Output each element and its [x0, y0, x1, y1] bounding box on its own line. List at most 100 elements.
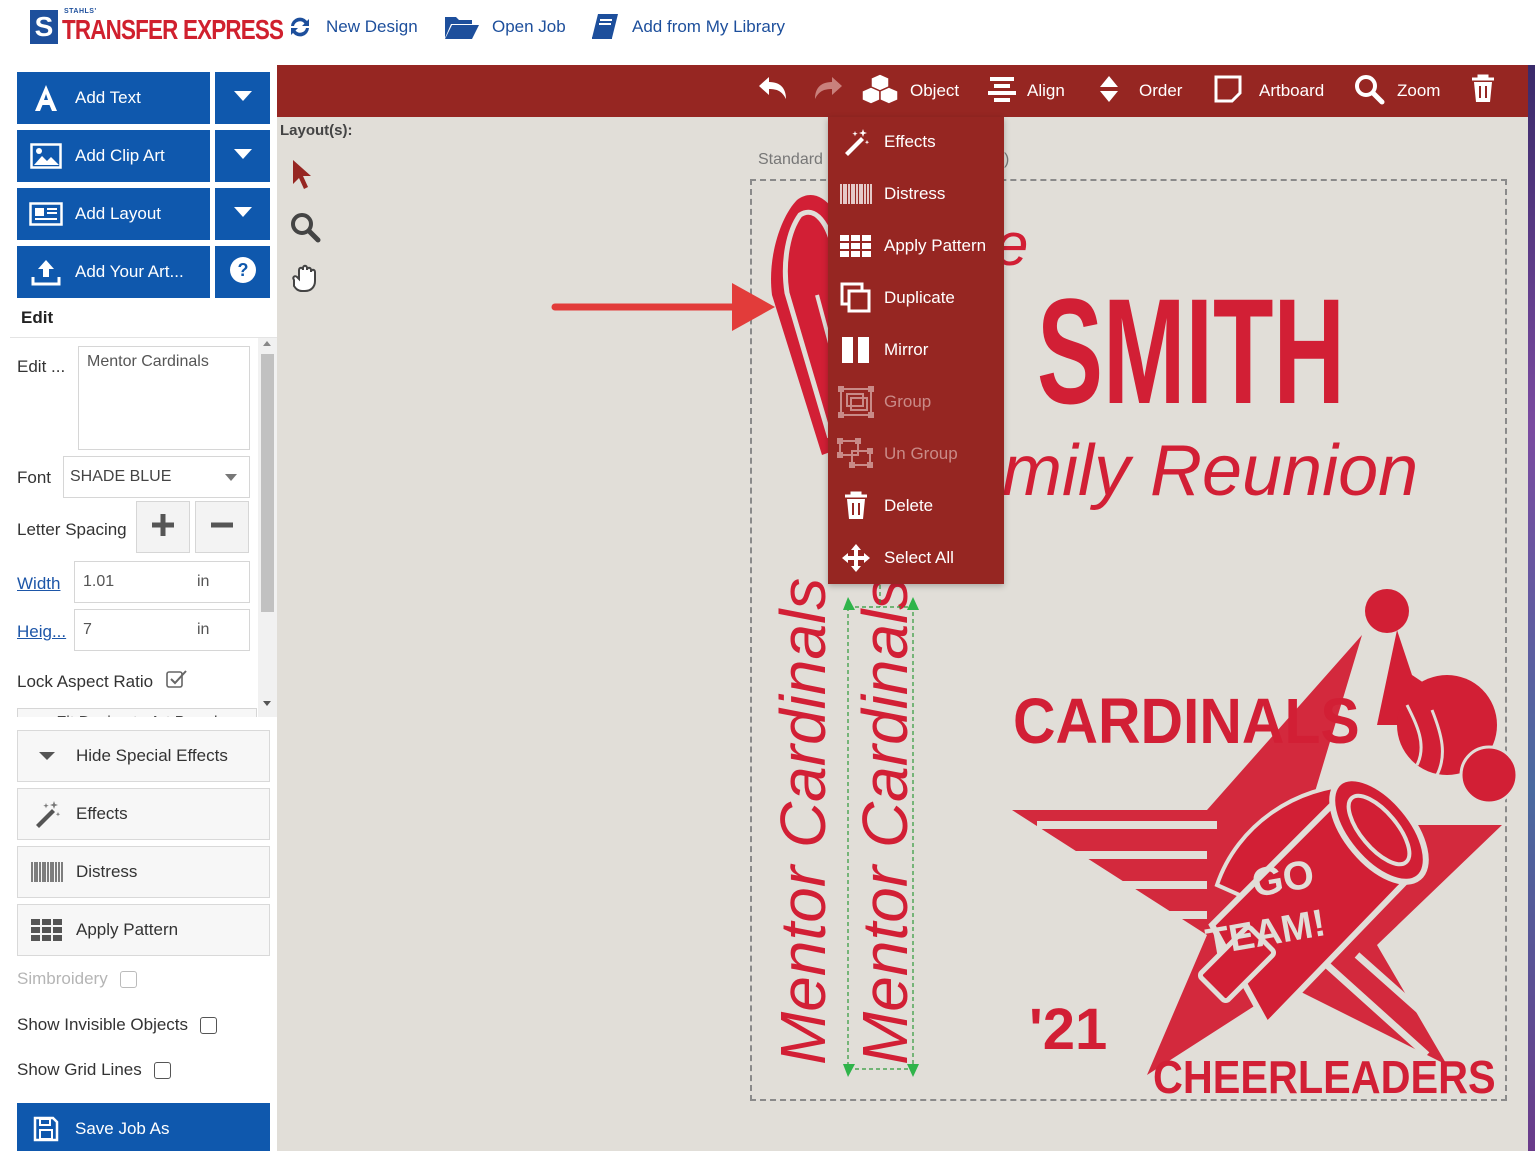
zoom-button[interactable]: Zoom [1353, 65, 1440, 117]
sort-icon [1097, 74, 1121, 109]
add-layout-button[interactable]: Add Layout [17, 188, 210, 240]
effects-label: Effects [76, 804, 128, 823]
show-grid-row: Show Grid Lines [17, 1060, 171, 1080]
letter-spacing-decrease-button[interactable] [195, 501, 249, 553]
menu-item-label: Select All [884, 548, 954, 567]
add-from-library-label: Add from My Library [632, 17, 786, 36]
menu-item-label: Un Group [884, 444, 958, 463]
menu-item-label: Apply Pattern [884, 236, 987, 255]
letter-spacing-increase-button[interactable] [136, 501, 190, 553]
distress-label: Distress [76, 862, 138, 881]
lock-aspect-checkbox[interactable] [166, 669, 188, 694]
question-circle-icon: ? [229, 256, 257, 289]
artboard-button[interactable]: Artboard [1213, 65, 1324, 117]
undo-icon [757, 75, 791, 108]
search-icon [1353, 73, 1385, 110]
distress-button[interactable]: Distress [17, 846, 270, 898]
width-input[interactable]: 1.01 in [74, 561, 250, 603]
hide-special-effects-button[interactable]: Hide Special Effects [17, 730, 270, 782]
design-workspace[interactable]: Object Align Order Artboard Zoom Layout(… [277, 65, 1528, 1151]
add-clip-art-dropdown[interactable] [215, 130, 270, 182]
menu-item-effects[interactable]: Effects [828, 117, 1004, 167]
upload-icon [17, 258, 75, 286]
width-label[interactable]: Width [17, 574, 60, 594]
object-dropdown-menu: Effects Distress Apply Pattern Duplicate… [828, 117, 1004, 584]
select-tool[interactable] [289, 158, 315, 195]
redo-icon [810, 75, 844, 108]
menu-item-mirror[interactable]: Mirror [828, 325, 1004, 375]
apply-pattern-label: Apply Pattern [76, 920, 179, 939]
simbroidery-checkbox[interactable] [119, 970, 137, 988]
text-a-icon [17, 83, 75, 113]
save-job-as-label: Save Job As [75, 1119, 170, 1138]
menu-item-duplicate[interactable]: Duplicate [828, 273, 1004, 323]
chevron-down-icon [233, 147, 253, 165]
search-icon [289, 213, 321, 247]
scroll-down-arrow[interactable] [263, 701, 271, 706]
menu-item-select-all[interactable]: Select All [828, 533, 1004, 583]
menu-item-label: Mirror [884, 340, 929, 359]
add-clip-art-button[interactable]: Add Clip Art [17, 130, 210, 182]
duplicate-icon [828, 282, 884, 314]
help-button[interactable]: ? [215, 246, 270, 298]
menu-item-group[interactable]: Group [828, 377, 1004, 427]
newspaper-icon [17, 202, 75, 226]
apply-pattern-button[interactable]: Apply Pattern [17, 904, 270, 956]
align-label: Align [1027, 81, 1065, 100]
artboard-icon [1213, 74, 1243, 109]
menu-item-apply-pattern[interactable]: Apply Pattern [828, 221, 1004, 271]
menu-item-delete[interactable]: Delete [828, 481, 1004, 531]
height-input[interactable]: 7 in [74, 609, 250, 651]
add-text-button[interactable]: Add Text [17, 72, 210, 124]
scroll-up-arrow[interactable] [263, 341, 271, 346]
menu-item-ungroup[interactable]: Un Group [828, 429, 1004, 479]
height-unit: in [197, 621, 210, 638]
refresh-icon [286, 14, 314, 40]
caret-down-icon [18, 751, 76, 761]
show-invisible-checkbox[interactable] [200, 1016, 218, 1034]
font-select[interactable]: SHADE BLUE [63, 456, 250, 498]
object-menu-button[interactable]: Object [860, 65, 959, 117]
show-grid-checkbox[interactable] [153, 1061, 171, 1079]
order-button[interactable]: Order [1097, 65, 1182, 117]
order-label: Order [1139, 81, 1183, 100]
zoom-tool[interactable] [289, 211, 321, 248]
open-job-label: Open Job [492, 17, 566, 36]
chevron-down-icon [225, 474, 237, 481]
show-invisible-row: Show Invisible Objects [17, 1015, 218, 1035]
menu-item-distress[interactable]: Distress [828, 169, 1004, 219]
height-value: 7 [83, 621, 92, 638]
new-design-link[interactable]: New Design [286, 12, 418, 42]
fit-design-button[interactable]: Fit Design to Art Board [17, 708, 257, 717]
add-your-art-button[interactable]: Add Your Art... [17, 246, 210, 298]
layouts-label: Layout(s): [280, 122, 353, 139]
grid-icon [18, 918, 76, 942]
edit-text-field[interactable]: Mentor Cardinals [78, 346, 250, 450]
trash-icon [1470, 74, 1496, 109]
add-from-library-link[interactable]: Add from My Library [590, 12, 785, 42]
group-icon [828, 386, 884, 418]
width-value: 1.01 [83, 573, 115, 590]
pan-tool[interactable] [289, 264, 319, 297]
delete-toolbar-button[interactable] [1470, 65, 1496, 117]
artboard-size-suffix: ) [1004, 151, 1010, 168]
artboard-label: Artboard [1259, 81, 1325, 100]
edit-panel-scrollbar[interactable] [258, 338, 277, 717]
show-invisible-label: Show Invisible Objects [17, 1015, 189, 1034]
add-layout-dropdown[interactable] [215, 188, 270, 240]
brand-logo[interactable]: S STAHLS' TRANSFER EXPRESS [30, 8, 284, 48]
align-button[interactable]: Align [987, 65, 1065, 117]
undo-button[interactable] [757, 65, 791, 117]
menu-item-label: Duplicate [884, 288, 955, 307]
redo-button[interactable] [810, 65, 844, 117]
effects-button[interactable]: Effects [17, 788, 270, 840]
minus-icon [209, 512, 235, 543]
scroll-thumb[interactable] [261, 354, 274, 612]
save-job-as-button[interactable]: Save Job As [17, 1103, 270, 1151]
top-bar: S STAHLS' TRANSFER EXPRESS New Design Op… [0, 0, 1535, 60]
height-label[interactable]: Heig... [17, 622, 66, 642]
add-text-dropdown[interactable] [215, 72, 270, 124]
book-icon [590, 13, 620, 41]
open-job-link[interactable]: Open Job [444, 12, 566, 42]
background-edge [1528, 65, 1535, 1151]
